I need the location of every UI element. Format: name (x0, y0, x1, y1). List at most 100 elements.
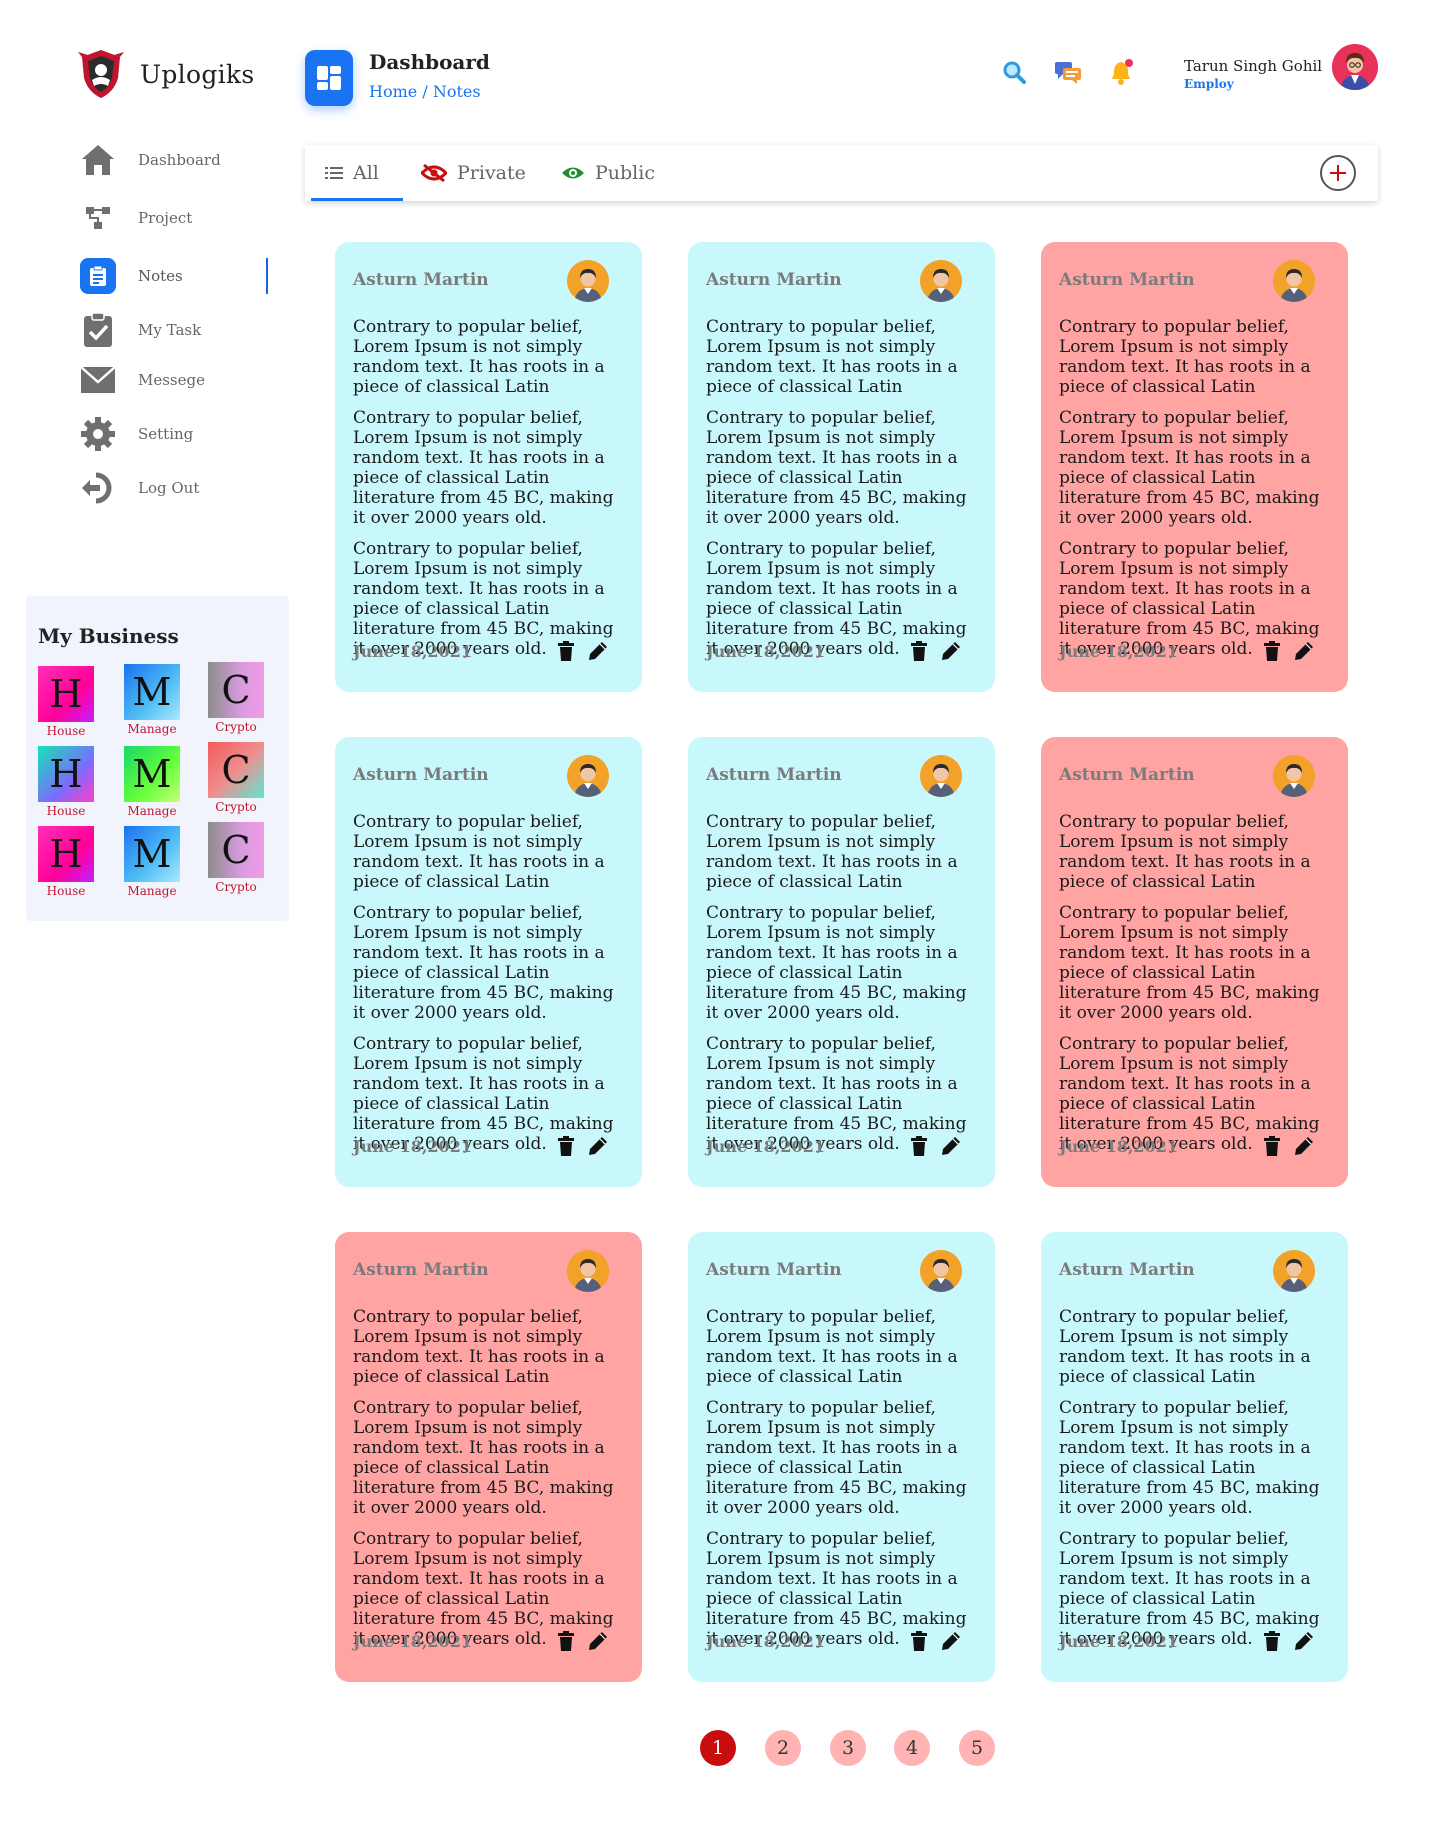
pencil-icon[interactable] (940, 1630, 962, 1652)
business-label: House (46, 884, 86, 898)
note-card[interactable]: Asturn Martin Contrary to popular belief,… (335, 737, 642, 1187)
bell-icon[interactable] (1108, 58, 1136, 86)
note-date: June 18,2021 (353, 642, 472, 661)
sidebar-item-log-out[interactable]: Log Out (78, 466, 268, 510)
pencil-icon[interactable] (1293, 640, 1315, 662)
business-tile-house[interactable]: H House (36, 666, 96, 738)
breadcrumb-separator: / (422, 82, 428, 101)
business-tile-manage[interactable]: M Manage (122, 826, 182, 898)
trash-icon[interactable] (1261, 640, 1283, 662)
sidebar-item-notes[interactable]: Notes (78, 254, 268, 298)
note-body: Contrary to popular belief, Lorem Ipsum … (353, 317, 628, 670)
sidebar-item-my-task[interactable]: My Task (78, 308, 268, 352)
note-paragraph: Contrary to popular belief, Lorem Ipsum … (1059, 1307, 1311, 1387)
my-business-title: My Business (38, 624, 179, 648)
pencil-icon[interactable] (1293, 1630, 1315, 1652)
note-card[interactable]: Asturn Martin Contrary to popular belief,… (1041, 242, 1348, 692)
note-card[interactable]: Asturn Martin Contrary to popular belief,… (335, 1232, 642, 1682)
pencil-icon[interactable] (1293, 1135, 1315, 1157)
note-body: Contrary to popular belief, Lorem Ipsum … (706, 1307, 981, 1660)
note-card[interactable]: Asturn Martin Contrary to popular belief,… (1041, 737, 1348, 1187)
business-tile-crypto[interactable]: C Crypto (206, 662, 266, 734)
pencil-icon[interactable] (587, 1135, 609, 1157)
note-author: Asturn Martin (1059, 1260, 1195, 1280)
note-date: June 18,2021 (353, 1632, 472, 1651)
note-date: June 18,2021 (1059, 642, 1178, 661)
chat-icon[interactable] (1054, 58, 1082, 86)
trash-icon[interactable] (555, 640, 577, 662)
business-tile-crypto[interactable]: C Crypto (206, 742, 266, 814)
avatar (1273, 1250, 1315, 1292)
pencil-icon[interactable] (940, 1135, 962, 1157)
tab-label: Private (457, 162, 526, 184)
note-author: Asturn Martin (353, 1260, 489, 1280)
note-paragraph: Contrary to popular belief, Lorem Ipsum … (353, 1307, 605, 1387)
breadcrumb: Home / Notes (369, 82, 481, 101)
note-actions (908, 1630, 962, 1652)
page-button[interactable]: 2 (765, 1730, 801, 1766)
note-actions (1261, 1135, 1315, 1157)
note-paragraph: Contrary to popular belief, Lorem Ipsum … (706, 1398, 967, 1518)
plus-icon (1330, 165, 1346, 181)
tab-private[interactable]: Private (421, 145, 526, 201)
note-card[interactable]: Asturn Martin Contrary to popular belief,… (688, 737, 995, 1187)
brand[interactable]: Uplogiks (78, 48, 255, 100)
trash-icon[interactable] (555, 1630, 577, 1652)
trash-icon[interactable] (1261, 1630, 1283, 1652)
page-button[interactable]: 1 (700, 1730, 736, 1766)
business-tile-house[interactable]: H House (36, 826, 96, 898)
trash-icon[interactable] (908, 1135, 930, 1157)
business-tile-manage[interactable]: M Manage (122, 746, 182, 818)
trash-icon[interactable] (908, 1630, 930, 1652)
business-tile-manage[interactable]: M Manage (122, 664, 182, 736)
note-card[interactable]: Asturn Martin Contrary to popular belief,… (335, 242, 642, 692)
shield-logo-icon (78, 50, 124, 98)
note-card[interactable]: Asturn Martin Contrary to popular belief,… (688, 242, 995, 692)
tab-all[interactable]: All (311, 145, 403, 201)
sidebar-item-label: Log Out (138, 479, 200, 497)
note-paragraph: Contrary to popular belief, Lorem Ipsum … (706, 903, 967, 1023)
note-paragraph: Contrary to popular belief, Lorem Ipsum … (706, 317, 958, 397)
note-body: Contrary to popular belief, Lorem Ipsum … (353, 812, 628, 1165)
page-button[interactable]: 3 (830, 1730, 866, 1766)
avatar (567, 260, 609, 302)
note-actions (908, 1135, 962, 1157)
trash-icon[interactable] (1261, 1135, 1283, 1157)
business-label: Crypto (215, 880, 257, 894)
note-paragraph: Contrary to popular belief, Lorem Ipsum … (1059, 1398, 1320, 1518)
avatar (567, 1250, 609, 1292)
breadcrumb-current[interactable]: Notes (433, 82, 481, 101)
sidebar-item-messege[interactable]: Messege (78, 358, 268, 402)
note-card[interactable]: Asturn Martin Contrary to popular belief,… (688, 1232, 995, 1682)
avatar[interactable] (1332, 44, 1378, 90)
pencil-icon[interactable] (587, 1630, 609, 1652)
business-logo: M (124, 826, 180, 882)
business-logo: H (38, 826, 94, 882)
pencil-icon[interactable] (940, 640, 962, 662)
business-tile-crypto[interactable]: C Crypto (206, 822, 266, 894)
add-note-button[interactable] (1320, 155, 1356, 191)
page-button[interactable]: 4 (894, 1730, 930, 1766)
note-body: Contrary to popular belief, Lorem Ipsum … (1059, 812, 1334, 1165)
sidebar-item-project[interactable]: Project (78, 196, 268, 240)
trash-icon[interactable] (908, 640, 930, 662)
note-card[interactable]: Asturn Martin Contrary to popular belief,… (1041, 1232, 1348, 1682)
tab-label: Public (595, 162, 655, 184)
note-date: June 18,2021 (1059, 1137, 1178, 1156)
logout-icon (78, 468, 118, 508)
sidebar-item-label: My Task (138, 321, 202, 339)
business-tile-house[interactable]: H House (36, 746, 96, 818)
sidebar-item-dashboard[interactable]: Dashboard (78, 138, 268, 182)
pencil-icon[interactable] (587, 640, 609, 662)
note-body: Contrary to popular belief, Lorem Ipsum … (706, 812, 981, 1165)
trash-icon[interactable] (555, 1135, 577, 1157)
note-paragraph: Contrary to popular belief, Lorem Ipsum … (353, 408, 614, 528)
page-button[interactable]: 5 (959, 1730, 995, 1766)
search-icon[interactable] (1000, 58, 1028, 86)
tab-public[interactable]: Public (561, 145, 655, 201)
business-logo: C (208, 742, 264, 798)
note-paragraph: Contrary to popular belief, Lorem Ipsum … (706, 1307, 958, 1387)
breadcrumb-home[interactable]: Home (369, 82, 417, 101)
note-body: Contrary to popular belief, Lorem Ipsum … (353, 1307, 628, 1660)
sidebar-item-setting[interactable]: Setting (78, 412, 268, 456)
